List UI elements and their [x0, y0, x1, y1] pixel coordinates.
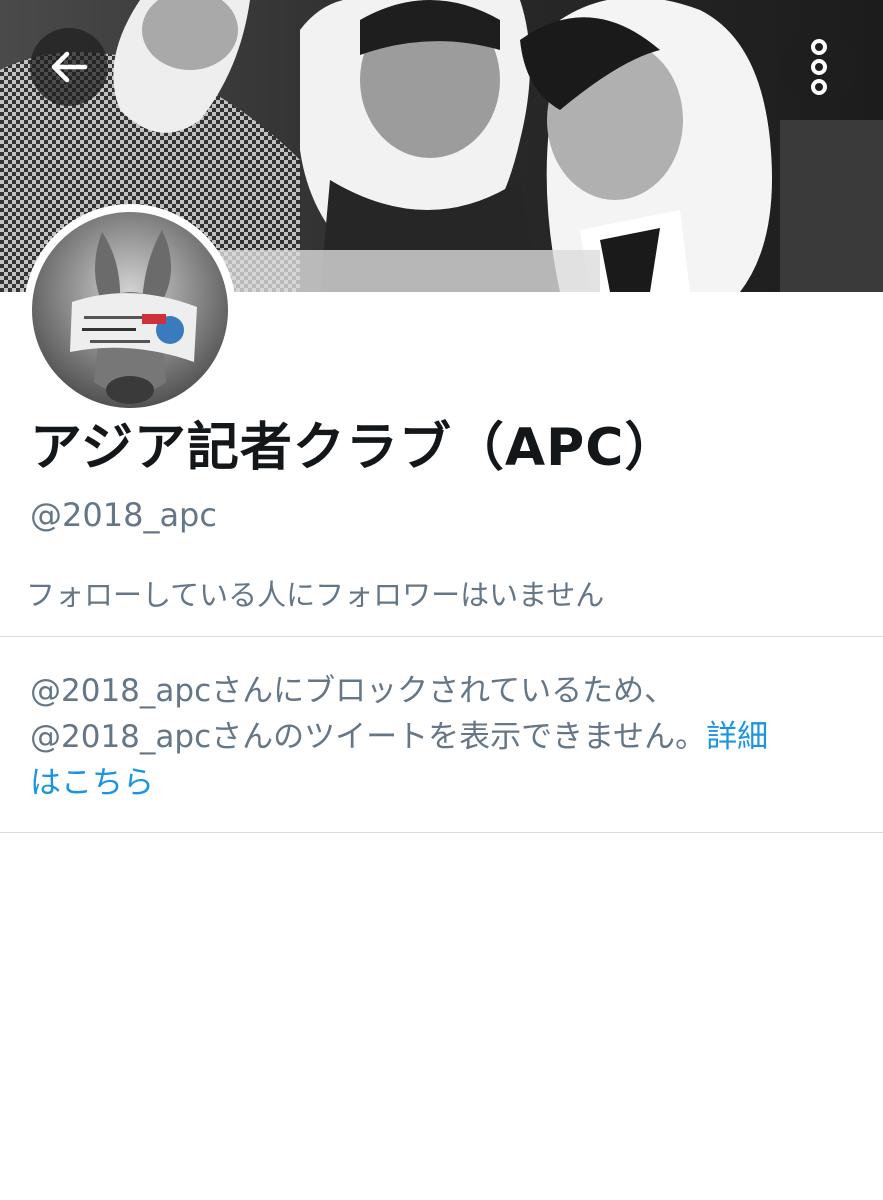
profile-handle: @2018_apc [30, 496, 217, 534]
followers-you-know-note[interactable]: フォローしている人にフォロワーはいません [26, 573, 604, 617]
divider [0, 636, 883, 637]
more-options-button[interactable] [781, 28, 857, 106]
avatar-image [32, 212, 228, 408]
divider [0, 832, 883, 833]
blocked-message: @2018_apcさんにブロックされているため、 @2018_apcさんのツイー… [30, 668, 850, 806]
learn-more-link[interactable]: 詳細 [706, 719, 768, 755]
blocked-message-line: @2018_apcさんにブロックされているため、 [30, 673, 676, 709]
blocked-message-text: @2018_apcさんのツイートを表示できません。 [30, 719, 707, 755]
vertical-ellipsis-icon [811, 39, 827, 95]
profile-display-name: アジア記者クラブ（APC） [30, 418, 678, 478]
learn-more-link-continued[interactable]: はこちら [30, 760, 850, 806]
back-button[interactable] [30, 28, 108, 106]
arrow-left-icon [51, 51, 88, 83]
profile-avatar[interactable] [24, 204, 236, 416]
blocked-message-line: @2018_apcさんのツイートを表示できません。詳細 [30, 714, 850, 760]
